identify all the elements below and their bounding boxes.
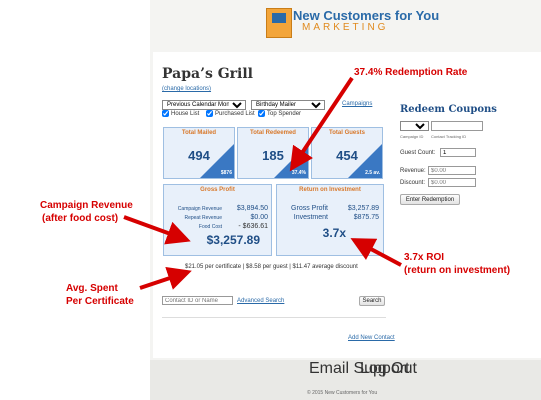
annotation-redemption-rate: 37.4% Redemption Rate: [354, 67, 468, 78]
annotation-roi-1: 3.7x ROI: [404, 252, 445, 263]
annotation-campaign-revenue-2: (after food cost): [42, 213, 119, 224]
annotation-avg-spent-2: Per Certificate: [66, 296, 134, 307]
campaign-revenue-arrow: [123, 215, 191, 245]
annotation-avg-spent-1: Avg. Spent: [66, 283, 118, 294]
annotation-roi-2: (return on investment): [404, 265, 511, 276]
redemption-rate-arrow: [289, 76, 354, 172]
annotation-campaign-revenue-1: Campaign Revenue: [40, 200, 133, 211]
avg-spent-arrow: [139, 266, 192, 290]
roi-arrow: [350, 238, 402, 267]
